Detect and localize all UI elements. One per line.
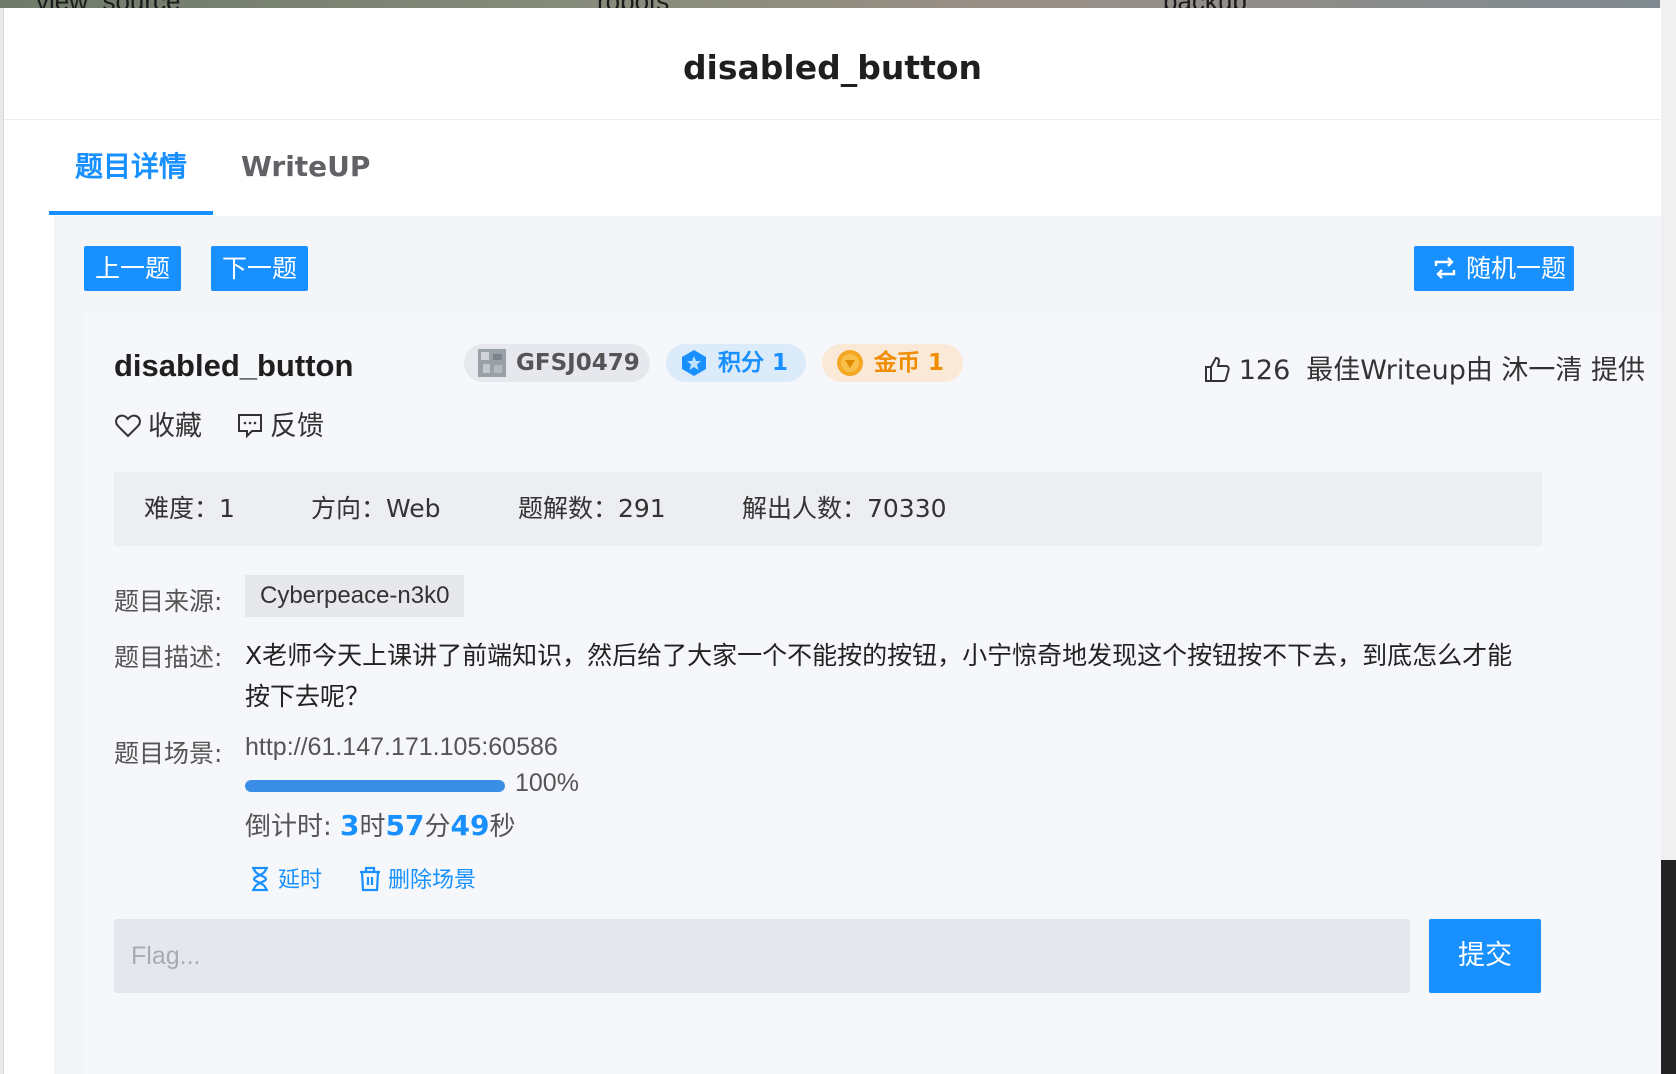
countdown-seconds-unit: 秒 (489, 812, 516, 842)
feedback-button[interactable]: 反馈 (236, 404, 324, 443)
solver-count-stat: 解出人数：70330 (742, 494, 947, 523)
next-problem-button[interactable]: 下一题 (211, 246, 308, 291)
scene-label: 题目场景: (114, 739, 223, 768)
stats-bar: 难度：1 方向：Web 题解数：291 解出人数：70330 (114, 472, 1542, 546)
coin-icon (837, 350, 863, 376)
background-tab-label: robots (597, 0, 669, 8)
thumbs-up-icon[interactable] (1203, 355, 1231, 383)
countdown-minutes-unit: 分 (424, 812, 451, 842)
countdown-hours-unit: 时 (359, 812, 386, 842)
random-problem-button[interactable]: 随机一题 (1414, 246, 1574, 291)
problem-id-icon (478, 349, 506, 377)
modal-title: disabled_button (682, 48, 983, 87)
countdown: 倒计时: 3时57分49秒 (245, 806, 516, 843)
score-star-icon (682, 350, 706, 376)
tab-writeup[interactable]: WriteUP (241, 120, 370, 215)
source-label: 题目来源: (114, 587, 223, 616)
scene-progress-fill (245, 780, 505, 792)
heart-icon (115, 414, 141, 437)
problem-modal: disabled_button 题目详情 WriteUP 上一题 下一题 随机一… (3, 8, 1661, 1074)
background-page-strip: view_source robots backup (0, 0, 1676, 8)
scene-url[interactable]: http://61.147.171.105:60586 (245, 733, 558, 762)
extend-time-label: 延时 (278, 868, 323, 893)
background-tab-label: backup (1163, 0, 1247, 8)
right-edge-dark (1660, 860, 1676, 1074)
feedback-label: 反馈 (270, 411, 324, 442)
problem-card: disabled_button GFSJ0479 积分 1 金币 1 126 最… (84, 312, 1661, 1074)
direction-stat: 方向：Web (311, 494, 441, 523)
trash-icon (360, 866, 380, 892)
comment-icon (238, 413, 262, 438)
countdown-seconds: 49 (450, 809, 490, 842)
random-problem-label: 随机一题 (1466, 254, 1567, 283)
tab-bar: 题目详情 WriteUP (49, 120, 1661, 215)
score-badge: 积分 1 (666, 344, 806, 382)
difficulty-stat: 难度：1 (144, 494, 235, 523)
flag-input[interactable] (114, 919, 1410, 993)
tab-content: 上一题 下一题 随机一题 disabled_button GFSJ0479 积分… (54, 216, 1661, 1074)
tab-problem-detail[interactable]: 题目详情 (49, 120, 213, 215)
delete-scene-label: 删除场景 (388, 868, 477, 893)
favorite-button[interactable]: 收藏 (114, 404, 202, 443)
countdown-prefix: 倒计时: (245, 812, 341, 842)
coin-text: 金币 1 (874, 350, 945, 376)
description-label: 题目描述: (114, 643, 223, 672)
best-writeup-text[interactable]: 最佳Writeup由 沐一清 提供 (1306, 355, 1645, 386)
delete-scene-button[interactable]: 删除场景 (358, 862, 476, 894)
problem-title: disabled_button (114, 348, 354, 383)
likes-section: 126 最佳Writeup由 沐一清 提供 (1203, 348, 1645, 387)
countdown-hours: 3 (340, 809, 360, 842)
countdown-minutes: 57 (385, 809, 425, 842)
coin-badge: 金币 1 (822, 344, 963, 382)
submit-flag-button[interactable]: 提交 (1429, 919, 1541, 993)
scene-progress-text: 100% (515, 769, 579, 797)
likes-count: 126 (1238, 355, 1291, 386)
shuffle-icon (1434, 257, 1456, 279)
score-text: 积分 1 (718, 350, 789, 376)
extend-time-button[interactable]: 延时 (248, 862, 322, 894)
problem-id-badge: GFSJ0479 (464, 344, 650, 382)
problem-description: X老师今天上课讲了前端知识，然后给了大家一个不能按的按钮，小宁惊奇地发现这个按钮… (245, 641, 1513, 711)
hourglass-icon (252, 866, 268, 892)
source-tag: Cyberpeace-n3k0 (245, 575, 465, 617)
background-tab-label: view_source (36, 0, 181, 8)
favorite-label: 收藏 (148, 411, 202, 442)
prev-problem-button[interactable]: 上一题 (84, 246, 181, 291)
writeup-count-stat: 题解数：291 (518, 494, 666, 523)
problem-id: GFSJ0479 (516, 350, 640, 376)
modal-header: disabled_button (4, 8, 1661, 120)
scene-progress-bar (245, 780, 505, 792)
